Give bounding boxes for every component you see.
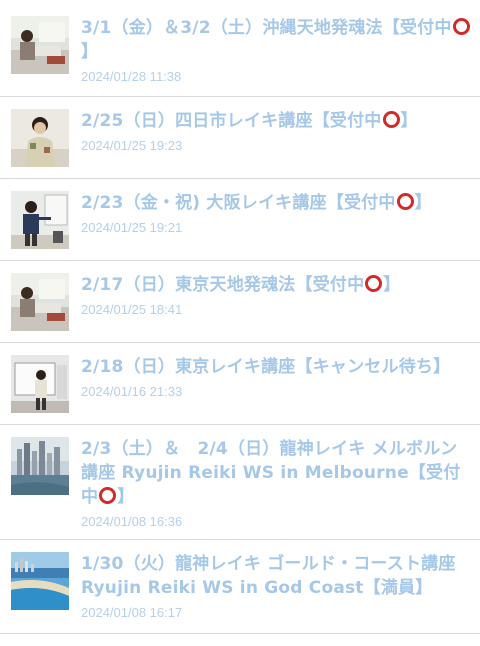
beach-photo-icon[interactable] [11,552,69,610]
list-item[interactable]: 3/1（金）＆3/2（土）沖縄天地発魂法【受付中】 2024/01/28 11:… [0,0,480,97]
post-date: 2024/01/25 18:41 [81,302,183,317]
whiteboard-photo-icon[interactable] [11,355,69,413]
city-photo-icon[interactable] [11,437,69,495]
list-item[interactable]: 2/17（日）東京天地発魂法【受付中】 2024/01/25 18:41 [0,261,480,343]
post-date: 2024/01/28 11:38 [81,69,182,84]
seminar-photo-icon[interactable] [11,273,69,331]
person-photo-icon[interactable] [11,109,69,167]
list-item[interactable]: 2/25（日）四日市レイキ講座【受付中】 2024/01/25 19:23 [0,97,480,179]
list-item[interactable]: 2/3（土）＆ 2/4（日）龍神レイキ メルボルン講座 Ryujin Reiki… [0,425,480,540]
blog-post-list: 3/1（金）＆3/2（土）沖縄天地発魂法【受付中】 2024/01/28 11:… [0,0,480,634]
post-date: 2024/01/25 19:21 [81,220,183,235]
presenter-photo-icon[interactable] [11,191,69,249]
list-item[interactable]: 2/23（金・祝) 大阪レイキ講座【受付中】 2024/01/25 19:21 [0,179,480,261]
post-date: 2024/01/08 16:36 [81,514,183,529]
circle-mark-icon [365,275,383,292]
post-title[interactable]: 2/17（日）東京天地発魂法【受付中】 [81,273,472,297]
post-title[interactable]: 2/3（土）＆ 2/4（日）龍神レイキ メルボルン講座 Ryujin Reiki… [81,437,472,509]
seminar-photo-icon[interactable] [11,16,69,74]
post-title[interactable]: 2/18（日）東京レイキ講座【キャンセル待ち】 [81,355,472,379]
post-title[interactable]: 3/1（金）＆3/2（土）沖縄天地発魂法【受付中】 [81,16,472,64]
circle-mark-icon [452,18,470,35]
circle-mark-icon [396,193,414,210]
post-date: 2024/01/25 19:23 [81,138,183,153]
list-item[interactable]: 2/18（日）東京レイキ講座【キャンセル待ち】 2024/01/16 21:33 [0,343,480,425]
circle-mark-icon [99,487,117,504]
post-title[interactable]: 1/30（火）龍神レイキ ゴールド・コースト講座 Ryujin Reiki WS… [81,552,473,600]
post-title[interactable]: 2/23（金・祝) 大阪レイキ講座【受付中】 [81,191,472,215]
post-title[interactable]: 2/25（日）四日市レイキ講座【受付中】 [81,109,472,133]
circle-mark-icon [382,111,400,128]
post-date: 2024/01/16 21:33 [81,384,183,399]
list-item[interactable]: 1/30（火）龍神レイキ ゴールド・コースト講座 Ryujin Reiki WS… [0,540,480,634]
post-date: 2024/01/08 16:17 [81,605,183,620]
